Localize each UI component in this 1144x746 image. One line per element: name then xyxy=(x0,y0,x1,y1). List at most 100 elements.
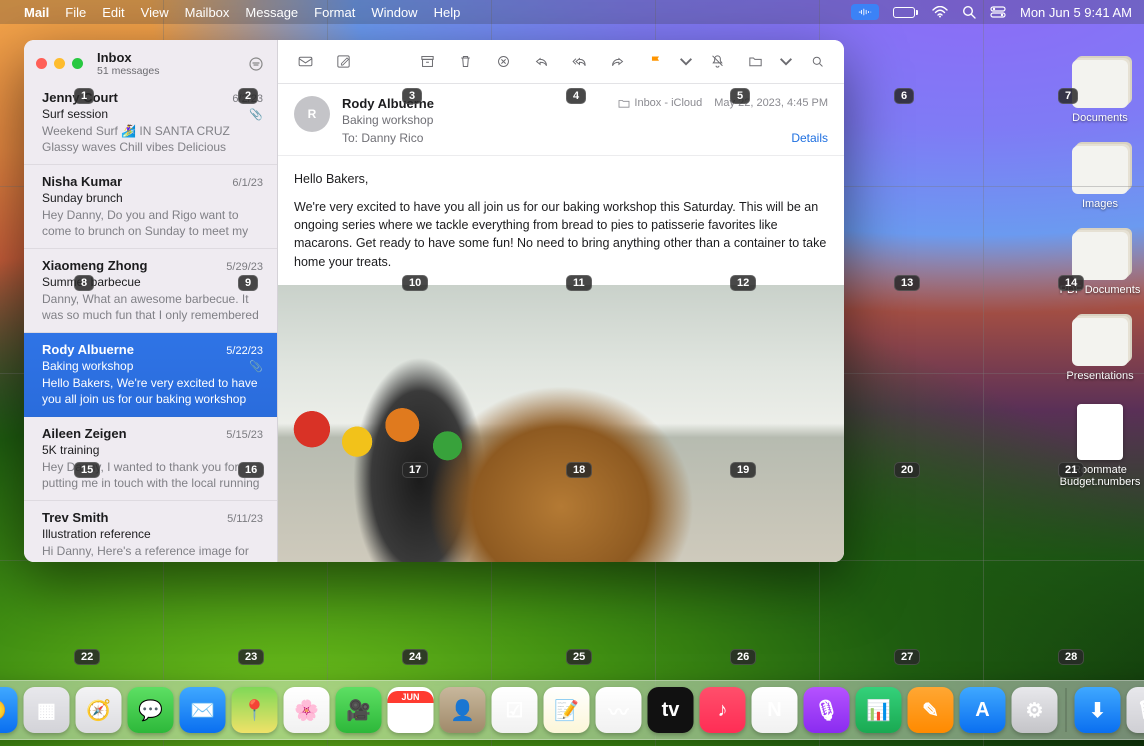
reply-all-icon[interactable] xyxy=(564,49,594,75)
dock-photos[interactable]: 🌸 xyxy=(284,687,330,733)
dock-podcasts[interactable]: 🎙 xyxy=(804,687,850,733)
minimize-icon[interactable] xyxy=(54,58,65,69)
dock-news[interactable]: N xyxy=(752,687,798,733)
msg-subject: Summer barbecue xyxy=(42,275,141,289)
dock-messages[interactable]: 💬 xyxy=(128,687,174,733)
mailbox-count: 51 messages xyxy=(97,65,247,77)
dock-finder[interactable]: 🙂 xyxy=(0,687,18,733)
menu-edit[interactable]: Edit xyxy=(102,5,124,20)
menu-format[interactable]: Format xyxy=(314,5,355,20)
msg-subject: Illustration reference xyxy=(42,527,151,541)
menu-view[interactable]: View xyxy=(141,5,169,20)
close-icon[interactable] xyxy=(36,58,47,69)
msg-from: Xiaomeng Zhong xyxy=(42,258,147,273)
message-row[interactable]: Xiaomeng Zhong5/29/23Summer barbecueDann… xyxy=(24,249,277,333)
menu-app[interactable]: Mail xyxy=(24,5,49,20)
grid-label-13: 13 xyxy=(894,275,920,291)
spotlight-icon[interactable] xyxy=(962,5,976,19)
desktop-item-images[interactable]: Images xyxy=(1055,146,1144,210)
msg-date: 5/11/23 xyxy=(227,513,263,525)
grid-label-25: 25 xyxy=(566,649,592,665)
desktop: Mail File Edit View Mailbox Message Format Win… xyxy=(0,0,1144,746)
msg-subject: 5K training xyxy=(42,443,99,457)
dock-downloads[interactable]: ⬇ xyxy=(1075,687,1121,733)
body-greeting: Hello Bakers, xyxy=(294,170,828,188)
msg-from: Rody Albuerne xyxy=(42,342,134,357)
desktop-item-presentations[interactable]: Presentations xyxy=(1055,318,1144,382)
mailbox-title: Inbox xyxy=(97,50,247,65)
message-row[interactable]: Trev Smith5/11/23Illustration referenceH… xyxy=(24,501,277,562)
msg-from: Nisha Kumar xyxy=(42,174,122,189)
details-link[interactable]: Details xyxy=(791,131,828,145)
dock-notes[interactable]: 📝 xyxy=(544,687,590,733)
control-center-icon[interactable] xyxy=(990,6,1006,18)
dock-pages[interactable]: ✎ xyxy=(908,687,954,733)
dock: 🙂▦🧭💬✉️📍🌸🎥JUN5👤☑📝〰tv♪N🎙📊✎A⚙ ⬇🗑 xyxy=(0,680,1144,740)
dock-reminders[interactable]: ☑ xyxy=(492,687,538,733)
desktop-item-roommate-budget-numbers[interactable]: Roommate Budget.numbers xyxy=(1055,404,1144,488)
message-row[interactable]: Jenny Court6/2/23Surf session📎Weekend Su… xyxy=(24,81,277,165)
dock-numbers[interactable]: 📊 xyxy=(856,687,902,733)
dock-mail[interactable]: ✉️ xyxy=(180,687,226,733)
msg-preview: Hey Danny, Do you and Rigo want to come … xyxy=(42,207,263,239)
dock-divider xyxy=(1066,688,1067,732)
archive-icon[interactable] xyxy=(412,49,442,75)
dock-contacts[interactable]: 👤 xyxy=(440,687,486,733)
desktop-item-label: Roommate Budget.numbers xyxy=(1055,464,1144,488)
sender-name: Rody Albuerne xyxy=(342,96,434,111)
zoom-icon[interactable] xyxy=(72,58,83,69)
search-icon[interactable] xyxy=(802,49,832,75)
dock-maps[interactable]: 📍 xyxy=(232,687,278,733)
dock-freeform[interactable]: 〰 xyxy=(596,687,642,733)
forward-icon[interactable] xyxy=(602,49,632,75)
msg-subject: Surf session xyxy=(42,107,108,121)
battery-icon[interactable] xyxy=(893,7,918,18)
dock-appstore[interactable]: A xyxy=(960,687,1006,733)
menu-clock[interactable]: Mon Jun 5 9:41 AM xyxy=(1020,5,1132,20)
message-subject: Baking workshop xyxy=(342,113,828,127)
dock-settings[interactable]: ⚙ xyxy=(1012,687,1058,733)
wifi-icon[interactable] xyxy=(932,6,948,18)
message-image-attachment[interactable] xyxy=(278,285,844,562)
flag-icon[interactable] xyxy=(640,49,670,75)
mute-icon[interactable] xyxy=(702,49,732,75)
dock-music[interactable]: ♪ xyxy=(700,687,746,733)
filter-icon[interactable] xyxy=(247,55,265,73)
msg-subject: Sunday brunch xyxy=(42,191,123,205)
menu-mailbox[interactable]: Mailbox xyxy=(185,5,230,20)
envelope-icon[interactable] xyxy=(290,49,320,75)
menu-help[interactable]: Help xyxy=(434,5,461,20)
desktop-item-label: Documents xyxy=(1072,112,1128,124)
reply-icon[interactable] xyxy=(526,49,556,75)
msg-date: 6/1/23 xyxy=(232,177,263,189)
flag-menu-icon[interactable] xyxy=(678,49,694,75)
sender-avatar: R xyxy=(294,96,330,132)
mailbox-tag[interactable]: Inbox - iCloud xyxy=(618,97,702,109)
dock-launchpad[interactable]: ▦ xyxy=(24,687,70,733)
attachment-icon: 📎 xyxy=(249,360,263,373)
compose-icon[interactable] xyxy=(328,49,358,75)
desktop-item-pdf-documents[interactable]: PDF Documents xyxy=(1055,232,1144,296)
move-menu-icon[interactable] xyxy=(778,49,794,75)
message-row[interactable]: Rody Albuerne5/22/23Baking workshop📎Hell… xyxy=(24,333,277,417)
voice-control-icon[interactable] xyxy=(851,4,879,20)
dock-safari[interactable]: 🧭 xyxy=(76,687,122,733)
dock-tv[interactable]: tv xyxy=(648,687,694,733)
desktop-item-documents[interactable]: Documents xyxy=(1055,60,1144,124)
junk-icon[interactable] xyxy=(488,49,518,75)
dock-calendar[interactable]: JUN5 xyxy=(388,687,434,733)
message-row[interactable]: Aileen Zeigen5/15/235K trainingHey Danny… xyxy=(24,417,277,501)
dock-trash[interactable]: 🗑 xyxy=(1127,687,1144,733)
message-row[interactable]: Nisha Kumar 6/1/23 Sunday brunch Hey Danny,… xyxy=(24,165,277,249)
msg-from: Aileen Zeigen xyxy=(42,426,127,441)
window-controls[interactable] xyxy=(36,58,83,69)
menu-window[interactable]: Window xyxy=(371,5,417,20)
recipient-name: Danny Rico xyxy=(361,131,423,145)
desktop-item-label: Presentations xyxy=(1066,370,1133,382)
menu-message[interactable]: Message xyxy=(245,5,298,20)
desktop-item-label: Images xyxy=(1082,198,1118,210)
dock-facetime[interactable]: 🎥 xyxy=(336,687,382,733)
move-icon[interactable] xyxy=(740,49,770,75)
trash-icon[interactable] xyxy=(450,49,480,75)
menu-file[interactable]: File xyxy=(65,5,86,20)
